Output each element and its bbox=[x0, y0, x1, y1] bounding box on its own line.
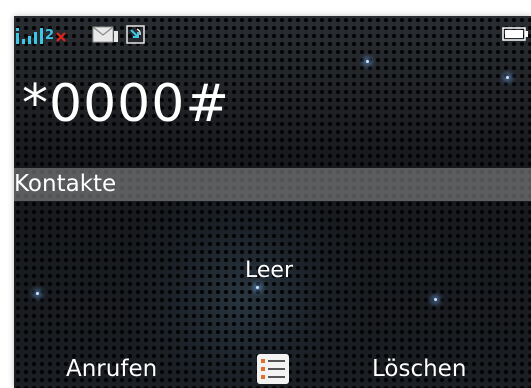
background-sparkle bbox=[36, 292, 39, 295]
delete-button[interactable]: Löschen bbox=[372, 356, 466, 382]
status-bar: 2 bbox=[14, 24, 531, 46]
background-sparkle bbox=[506, 76, 509, 79]
no-connection-icon bbox=[56, 32, 66, 42]
background-sparkle bbox=[256, 286, 259, 289]
dialed-number: *0000# bbox=[22, 74, 230, 134]
battery-icon bbox=[502, 27, 528, 41]
contacts-bar[interactable]: Kontakte bbox=[14, 168, 531, 201]
background-sparkle bbox=[434, 298, 437, 301]
network-2-icon: 2 bbox=[45, 28, 55, 43]
background-sparkle bbox=[366, 60, 369, 63]
call-button[interactable]: Anrufen bbox=[66, 356, 157, 382]
phone-screen: 2 *0000# Kontakte Leer Anrufen Löschen bbox=[14, 16, 531, 388]
contacts-label: Kontakte bbox=[14, 171, 117, 197]
menu-list-icon[interactable] bbox=[256, 353, 290, 385]
empty-results-text: Leer bbox=[245, 258, 293, 283]
message-icon bbox=[92, 26, 118, 43]
missed-call-icon bbox=[126, 25, 145, 44]
